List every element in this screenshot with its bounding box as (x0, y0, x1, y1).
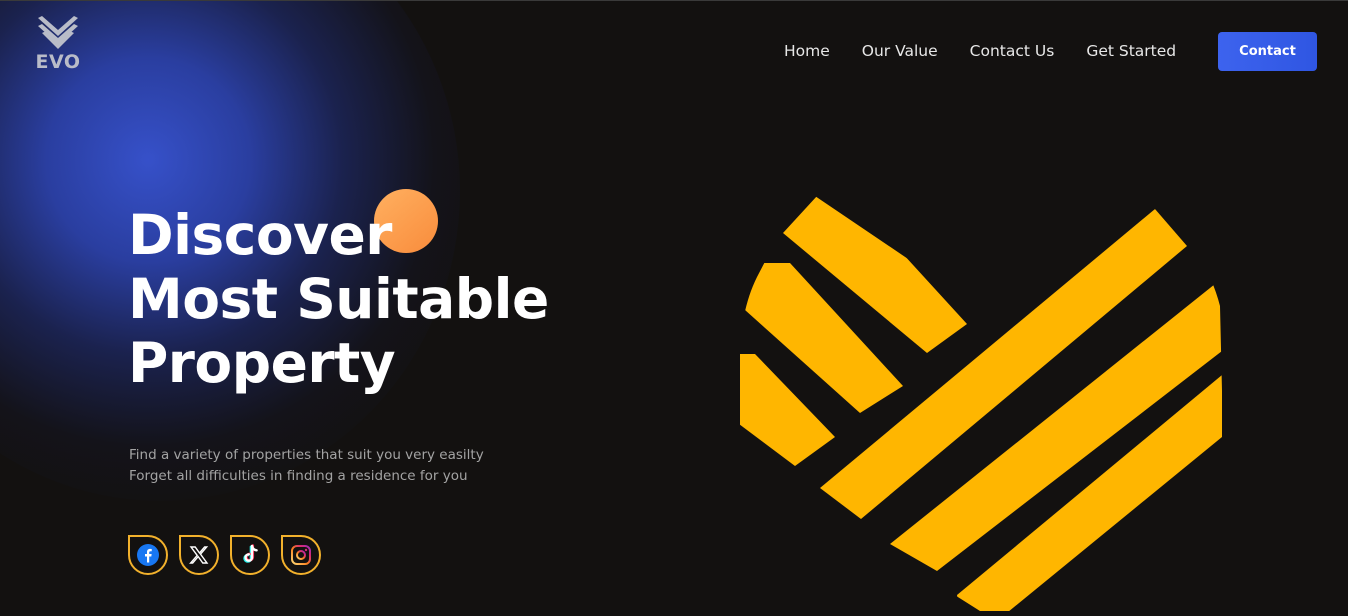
facebook-icon (137, 544, 159, 566)
brand-name: EVO (35, 51, 81, 73)
hero-title-line-1: Discover (128, 203, 392, 267)
hero-subtitle: Find a variety of properties that suit y… (129, 445, 484, 487)
nav-contact-us[interactable]: Contact Us (970, 41, 1055, 61)
hero-title: Discover Most Suitable Property (128, 203, 549, 395)
tiktok-link[interactable] (230, 535, 270, 575)
facebook-link[interactable] (128, 535, 168, 575)
landing-page: EVO Home Our Value Contact Us Get Starte… (0, 0, 1348, 616)
hero-title-line-3: Property (128, 331, 396, 395)
chevron-stack-icon (38, 16, 78, 49)
nav-our-value[interactable]: Our Value (862, 41, 938, 61)
heart-stripes-graphic (740, 196, 1222, 611)
nav-get-started[interactable]: Get Started (1086, 41, 1176, 61)
hero-subtitle-line-1: Find a variety of properties that suit y… (129, 447, 484, 463)
instagram-icon (291, 545, 311, 565)
contact-button[interactable]: Contact (1218, 32, 1317, 71)
social-links (128, 535, 321, 575)
brand-logo[interactable]: EVO (32, 16, 84, 74)
main-nav: Home Our Value Contact Us Get Started (784, 41, 1208, 61)
x-icon (189, 546, 209, 564)
x-link[interactable] (179, 535, 219, 575)
hero-subtitle-line-2: Forget all difficulties in finding a res… (129, 468, 468, 484)
nav-home[interactable]: Home (784, 41, 830, 61)
tiktok-icon (243, 544, 258, 563)
instagram-link[interactable] (281, 535, 321, 575)
hero-title-line-2: Most Suitable (128, 267, 549, 331)
